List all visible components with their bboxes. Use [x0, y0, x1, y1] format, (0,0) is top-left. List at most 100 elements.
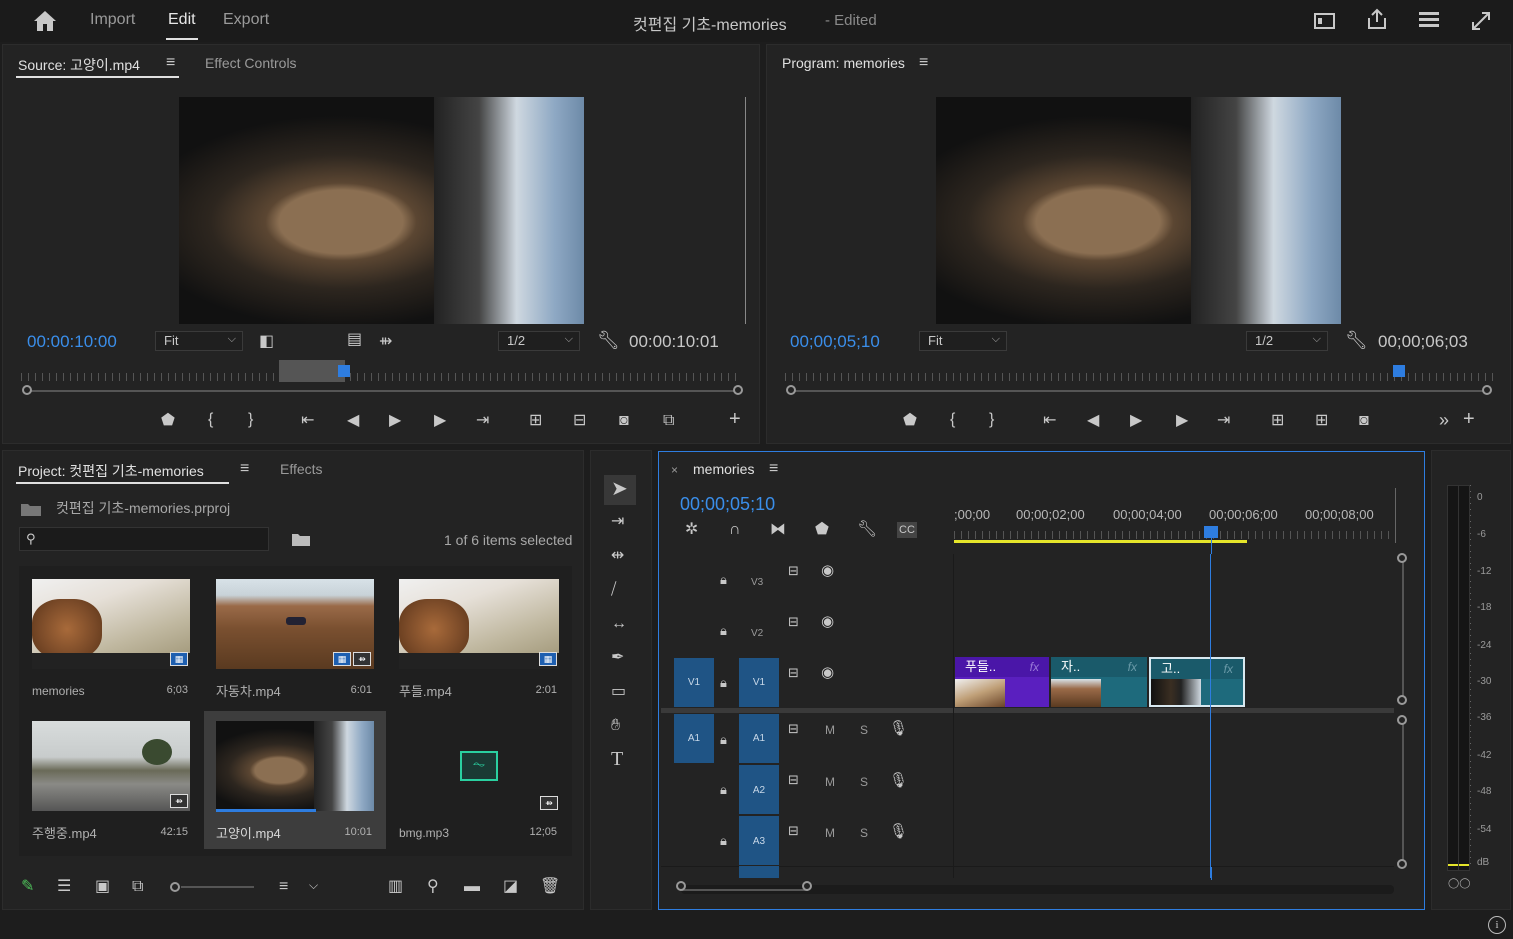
program-timecode-in[interactable]: 00;00;05;10: [790, 332, 880, 352]
new-item-icon[interactable]: ◪: [503, 879, 518, 895]
lock-icon[interactable]: 🔒︎: [720, 732, 727, 748]
hand-tool-icon[interactable]: ✋︎: [611, 718, 620, 734]
add-marker-icon[interactable]: ⬟: [161, 413, 175, 429]
go-to-out-icon[interactable]: ⇥: [476, 413, 489, 429]
work-area-bar[interactable]: [954, 540, 1247, 543]
timeline-wrench-icon[interactable]: 🔧︎: [857, 522, 877, 538]
program-zoom-handle-left[interactable]: [786, 385, 796, 395]
selection-tool-icon[interactable]: ➤: [611, 479, 628, 499]
program-mark-in-icon[interactable]: {: [950, 412, 955, 428]
share-icon[interactable]: [1366, 8, 1388, 33]
more-controls-icon[interactable]: »: [1439, 411, 1449, 429]
program-step-forward-icon[interactable]: ▶: [1176, 413, 1188, 429]
program-button-editor-icon[interactable]: +: [1463, 409, 1475, 429]
type-tool-icon[interactable]: T: [611, 749, 623, 769]
sync-lock-icon[interactable]: ⊟: [788, 665, 799, 681]
timeline-clip-cat[interactable]: 고.. fx: [1149, 657, 1245, 707]
sync-lock-icon[interactable]: ⊟: [788, 614, 799, 630]
sync-lock-icon[interactable]: ⊟: [788, 721, 799, 737]
pen-tool-icon[interactable]: ✒: [611, 650, 624, 666]
tab-program[interactable]: Program: memories: [782, 55, 905, 71]
program-go-to-out-icon[interactable]: ⇥: [1217, 413, 1230, 429]
eye-icon[interactable]: ◉: [821, 665, 834, 681]
extract-icon[interactable]: ⊞: [1315, 413, 1328, 429]
program-add-marker-icon[interactable]: ⬟: [903, 413, 917, 429]
eye-icon[interactable]: ◉: [821, 563, 834, 579]
lock-icon[interactable]: 🔒︎: [720, 675, 727, 691]
proxy-toggle-icon[interactable]: ⧉: [663, 413, 674, 429]
program-time-ruler[interactable]: [785, 373, 1497, 381]
microphone-icon[interactable]: 🎙︎: [889, 824, 908, 840]
fullscreen-icon[interactable]: [1470, 10, 1492, 35]
project-menu-icon[interactable]: ≡: [240, 460, 249, 478]
new-search-bin-icon[interactable]: [291, 531, 311, 550]
track-target-a3[interactable]: A3: [739, 816, 779, 865]
timeline-timecode[interactable]: 00;00;05;10: [680, 494, 775, 515]
project-item-memories[interactable]: [32, 579, 190, 669]
tab-project[interactable]: Project: 컷편집 기초-memories: [18, 461, 204, 481]
source-time-ruler[interactable]: [21, 373, 741, 381]
insert-icon[interactable]: ⊞: [529, 413, 542, 429]
timeline-menu-icon[interactable]: ≡: [769, 460, 778, 478]
play-icon[interactable]: ▶: [389, 413, 401, 429]
source-patch-a1[interactable]: A1: [674, 714, 714, 763]
source-zoom-handle-left[interactable]: [22, 385, 32, 395]
nav-export[interactable]: Export: [223, 11, 269, 29]
sort-icon[interactable]: ≡: [279, 879, 288, 895]
program-menu-icon[interactable]: ≡: [919, 54, 928, 72]
timeline-clip-poodle[interactable]: 푸들.. fx: [955, 657, 1049, 707]
nav-import[interactable]: Import: [90, 11, 135, 29]
camera-icon[interactable]: ◙: [619, 413, 629, 429]
source-zoom-handle-right[interactable]: [733, 385, 743, 395]
timeline-close-icon[interactable]: ×: [671, 463, 678, 477]
mute-button[interactable]: M: [825, 826, 835, 840]
go-to-in-icon[interactable]: ⇤: [301, 413, 314, 429]
timeline-zoom-handle-left[interactable]: [676, 881, 686, 891]
track-target-a1[interactable]: A1: [739, 714, 779, 763]
audio-scroll-handle-top[interactable]: [1397, 715, 1407, 725]
freeform-view-icon[interactable]: ⧉: [132, 879, 143, 895]
icon-view-icon[interactable]: ▣: [95, 879, 110, 895]
lock-icon[interactable]: 🔒︎: [720, 782, 727, 798]
mark-out-icon[interactable]: }: [248, 412, 253, 428]
new-bin-icon[interactable]: ▬: [464, 879, 480, 895]
tab-source[interactable]: Source: 고양이.mp4: [18, 55, 140, 75]
solo-button[interactable]: S: [860, 775, 868, 789]
program-step-back-icon[interactable]: ◀: [1087, 413, 1099, 429]
solo-button[interactable]: S: [860, 826, 868, 840]
program-resolution-dropdown[interactable]: 1/2 ⌵: [1246, 331, 1328, 351]
list-view-icon[interactable]: ☰: [57, 879, 71, 895]
timeline-zoom-handle-right[interactable]: [802, 881, 812, 891]
source-fit-dropdown[interactable]: Fit ⌵: [155, 331, 243, 351]
captions-icon[interactable]: CC: [897, 522, 917, 538]
mute-button[interactable]: M: [825, 723, 835, 737]
step-back-icon[interactable]: ◀: [347, 413, 359, 429]
wrench-icon[interactable]: 🔧︎: [597, 331, 620, 349]
nest-icon[interactable]: ✲: [685, 522, 698, 538]
trash-icon[interactable]: 🗑︎: [540, 879, 560, 895]
rectangle-tool-icon[interactable]: ▭: [611, 684, 626, 700]
program-mark-out-icon[interactable]: }: [989, 412, 994, 428]
zoom-slider-track[interactable]: [181, 886, 254, 888]
nav-edit[interactable]: Edit: [168, 11, 196, 29]
video-scroll-handle-bottom[interactable]: [1397, 695, 1407, 705]
program-go-to-in-icon[interactable]: ⇤: [1043, 413, 1056, 429]
source-zoom-scrollbar[interactable]: [29, 390, 741, 392]
audio-track-scrollbar[interactable]: [1402, 720, 1404, 865]
quick-export-icon[interactable]: [1314, 12, 1336, 33]
workspaces-icon[interactable]: [1418, 11, 1440, 32]
lock-icon[interactable]: 🔒︎: [720, 833, 727, 849]
solo-left-button[interactable]: ◯◯: [1448, 878, 1470, 889]
video-scroll-handle-top[interactable]: [1397, 553, 1407, 563]
project-item-poodle[interactable]: [399, 579, 559, 669]
home-icon[interactable]: [33, 10, 57, 35]
sync-lock-icon[interactable]: ⊟: [788, 563, 799, 579]
linked-selection-icon[interactable]: ⧓: [770, 522, 786, 538]
find-icon[interactable]: ⚲: [427, 879, 439, 895]
microphone-icon[interactable]: 🎙︎: [889, 773, 908, 789]
tab-timeline-memories[interactable]: memories: [693, 461, 754, 477]
film-icon[interactable]: ▤: [347, 332, 362, 348]
program-camera-icon[interactable]: ◙: [1359, 413, 1369, 429]
video-track-scrollbar[interactable]: [1402, 558, 1404, 700]
mark-in-icon[interactable]: {: [208, 412, 213, 428]
